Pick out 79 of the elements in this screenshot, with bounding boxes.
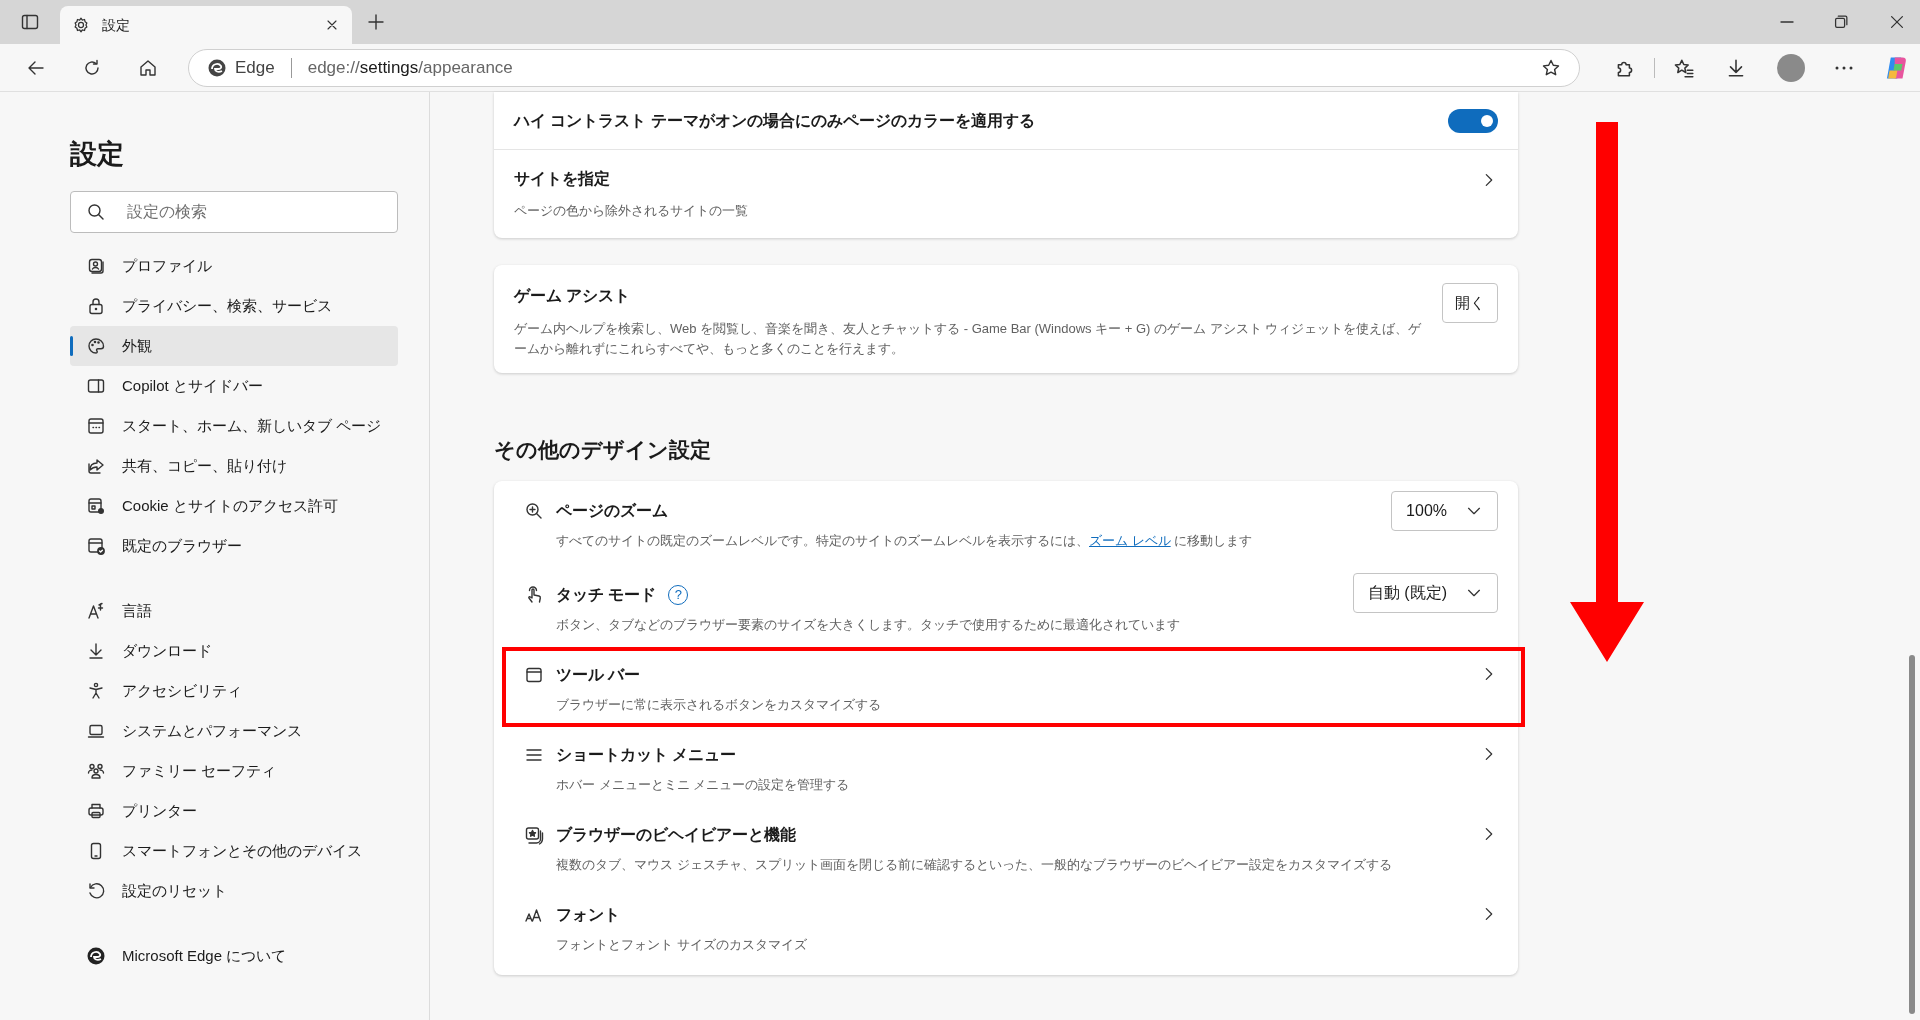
sidebar-item[interactable]: 外観 [70, 326, 398, 366]
reset-icon [86, 881, 106, 901]
sidebar-item[interactable]: Cookie とサイトのアクセス許可 [70, 486, 398, 526]
browser-tab[interactable]: 設定 [60, 6, 352, 44]
setting-description: ブラウザーに常に表示されるボタンをカスタマイズする [556, 696, 882, 714]
address-bar[interactable]: Edge edge://settings/appearance [188, 48, 1580, 87]
setting-title: ページのズーム [556, 501, 668, 521]
family-icon [86, 761, 106, 781]
gear-icon [72, 16, 90, 34]
setting-description: すべてのサイトの既定のズームレベルです。特定のサイトのズームレベルを表示するには、ズーム レベル に移動します [556, 532, 1254, 550]
dropdown[interactable]: 自動 (既定) [1352, 573, 1498, 613]
sidebar-item[interactable]: プリンター [70, 791, 398, 831]
setting-description: ページの色から除外されるサイトの一覧 [514, 202, 749, 221]
download-icon [86, 641, 106, 661]
more-icon[interactable] [1835, 65, 1853, 70]
sidebar-item[interactable]: スタート、ホーム、新しいタブ ページ [70, 406, 398, 446]
browser-check-icon [86, 536, 106, 556]
zoom-in-icon [524, 501, 544, 521]
window-icon [524, 665, 544, 685]
edge-logo-icon [207, 57, 227, 78]
refresh-icon [82, 57, 102, 78]
dropdown[interactable]: 100% [1391, 491, 1498, 531]
home-icon [138, 57, 158, 78]
setting-title: ハイ コントラスト テーマがオンの場合にのみページのカラーを適用する [514, 110, 1036, 131]
close-icon [1888, 13, 1906, 31]
sidebar-item[interactable]: 設定のリセット [70, 871, 398, 911]
sidebar-item[interactable]: システムとパフォーマンス [70, 711, 398, 751]
url-text: edge://settings/appearance [307, 56, 514, 79]
search-field[interactable]: 設定の検索 [70, 191, 398, 233]
sidebar-item[interactable]: ファミリー セーフティ [70, 751, 398, 791]
palette-icon [86, 336, 106, 356]
sidebar-item[interactable]: スマートフォンとその他のデバイス [70, 831, 398, 871]
setting-description: フォントとフォント サイズのカスタマイズ [556, 936, 808, 954]
setting-title: ショートカット メニュー [556, 745, 737, 765]
new-tab-icon [366, 12, 386, 32]
star-icon [1541, 57, 1561, 78]
setting-title: ツール バー [556, 665, 641, 685]
site-permissions-icon [86, 496, 106, 516]
setting-description: ゲーム内ヘルプを検索し、Web を閲覧し、音楽を聞き、友人とチャットする - Game Bar (Windows キー + G) のゲーム アシスト ウィジェットを使えば、ゲームから離れずにこれらすべてや、もっと多くのことを行えます。 [514, 320, 1422, 358]
sidebar-item[interactable]: 言語 [70, 591, 398, 631]
sidebar-panel-icon [86, 376, 106, 396]
language-icon [86, 601, 106, 621]
restore-icon [1832, 13, 1850, 31]
new-tab-page-icon [86, 416, 106, 436]
setting-title: フォント [556, 905, 620, 925]
open-button[interactable]: 開く [1442, 283, 1498, 323]
sidebar-toggle-icon [20, 12, 40, 32]
section-heading: その他のデザイン設定 [494, 437, 712, 463]
accessibility-icon [86, 681, 106, 701]
lock-icon [86, 296, 106, 316]
sidebar-item[interactable]: プライバシー、検索、サービス [70, 286, 398, 326]
sidebar-item[interactable]: アクセシビリティ [70, 671, 398, 711]
sidebar-item[interactable]: ダウンロード [70, 631, 398, 671]
site-label: Edge [235, 56, 275, 79]
printer-icon [86, 801, 106, 821]
setting-title: タッチ モード [556, 585, 657, 605]
sidebar-item[interactable]: 共有、コピー、貼り付け [70, 446, 398, 486]
sidebar-item[interactable]: Microsoft Edge について [70, 936, 398, 976]
settings-title: 設定 [70, 138, 125, 171]
setting-description: ボタン、タブなどのブラウザー要素のサイズを大きくします。タッチで使用するために最適化されています [556, 616, 1181, 634]
share-icon [86, 456, 106, 476]
setting-title: ゲーム アシスト [514, 286, 631, 306]
zoom-level-link[interactable]: ズーム レベル [1089, 533, 1171, 548]
sidebar-item[interactable]: Copilot とサイドバー [70, 366, 398, 406]
toggle-switch[interactable] [1448, 108, 1498, 133]
edge-logo-icon [86, 946, 106, 966]
browser-star-icon [524, 825, 544, 845]
tab-title: 設定 [102, 15, 131, 35]
setting-description: ホバー メニューとミニ メニューの設定を管理する [556, 776, 851, 794]
profile-icon [86, 256, 106, 276]
search-icon [86, 202, 106, 222]
sidebar-item[interactable]: 既定のブラウザー [70, 526, 398, 566]
setting-description: 複数のタブ、マウス ジェスチャ、スプリット画面を閉じる前に確認するといった、一般的なブラウザーのビヘイビアー設定をカスタマイズする [556, 856, 1393, 874]
profile-avatar[interactable] [1777, 53, 1805, 82]
scrollbar-thumb[interactable] [1909, 655, 1915, 1014]
minimize-icon[interactable] [1780, 21, 1794, 23]
setting-title: サイトを指定 [514, 169, 611, 190]
setting-title: ブラウザーのビヘイビアーと機能 [556, 825, 796, 845]
sidebar-item[interactable]: プロファイル [70, 246, 398, 286]
